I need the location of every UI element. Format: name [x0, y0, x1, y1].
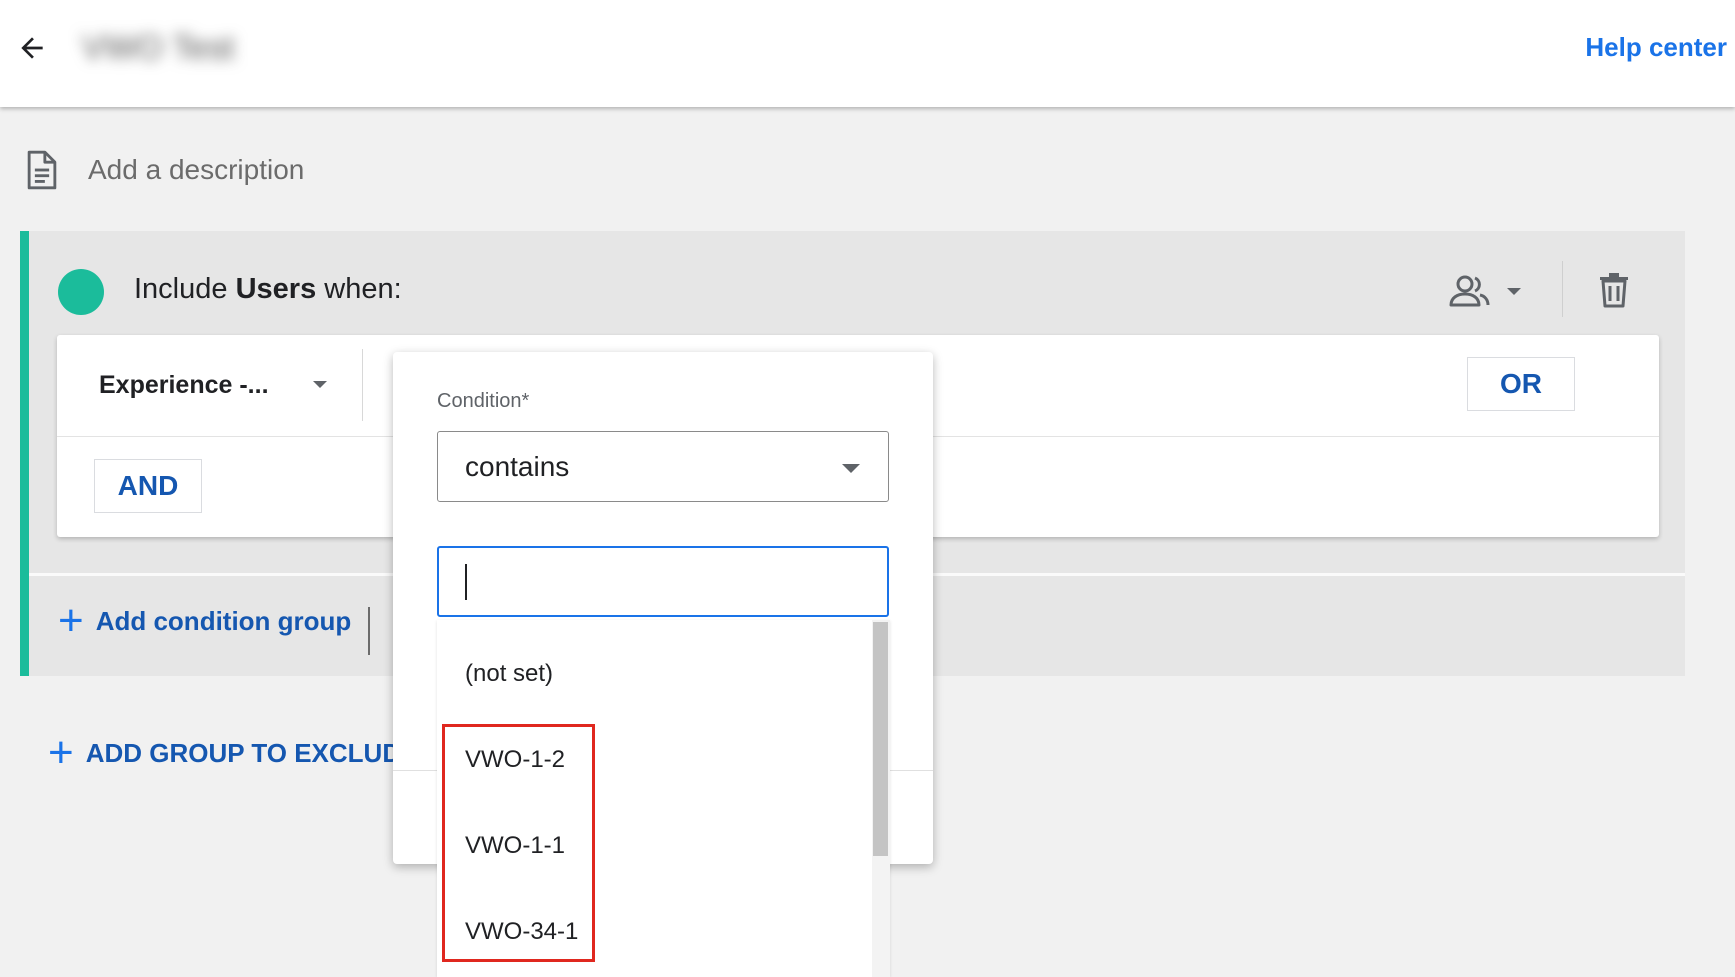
add-condition-group-button[interactable]: + Add condition group: [58, 597, 351, 645]
group-heading-scope: Users: [235, 273, 317, 305]
scrollbar-track[interactable]: [872, 620, 890, 977]
list-item[interactable]: VWO-34-1: [465, 918, 578, 946]
group-accent-bar: [20, 231, 29, 676]
list-item[interactable]: (not set): [465, 660, 553, 688]
condition-select[interactable]: contains: [437, 431, 889, 502]
scrollbar-thumb[interactable]: [873, 622, 888, 856]
page-title: VWO Test: [82, 28, 235, 67]
help-center-link[interactable]: Help center: [1585, 32, 1727, 63]
or-button[interactable]: OR: [1467, 357, 1575, 411]
document-icon: [27, 150, 57, 190]
group-color-dot: [58, 269, 104, 315]
dimension-divider: [362, 349, 363, 421]
value-options-list: (not set) VWO-1-2 VWO-1-1 VWO-34-1: [437, 620, 890, 977]
delete-group-button[interactable]: [1590, 265, 1638, 315]
group-heading: Include Users when:: [134, 273, 402, 306]
users-icon: [1449, 275, 1490, 307]
dimension-select[interactable]: Experience -...: [57, 335, 367, 435]
and-button[interactable]: AND: [94, 459, 202, 513]
header-divider: [1562, 261, 1563, 317]
list-item[interactable]: VWO-1-1: [465, 832, 565, 860]
condition-value-input[interactable]: [437, 546, 889, 617]
add-exclude-group-button[interactable]: + ADD GROUP TO EXCLUDE: [48, 728, 418, 778]
add-exclude-group-label: ADD GROUP TO EXCLUDE: [85, 737, 419, 768]
arrow-left-icon: [21, 37, 43, 59]
condition-label: Condition*: [437, 390, 530, 412]
chevron-down-icon: [842, 464, 860, 473]
plus-icon: +: [48, 728, 74, 777]
footer-divider: [368, 607, 370, 655]
back-button[interactable]: [12, 28, 52, 68]
group-heading-suffix: when:: [324, 273, 402, 305]
group-heading-prefix: Include: [134, 273, 228, 305]
condition-selected-value: contains: [465, 450, 570, 482]
description-row[interactable]: Add a description: [24, 148, 304, 192]
description-placeholder: Add a description: [88, 154, 305, 185]
chevron-down-icon: [1507, 288, 1521, 295]
dimension-label: Experience -...: [99, 370, 269, 399]
top-bar: VWO Test Help center: [0, 0, 1735, 107]
plus-icon: +: [58, 596, 84, 645]
scope-selector-button[interactable]: [1448, 267, 1538, 315]
add-condition-group-label: Add condition group: [95, 605, 352, 636]
dimension-caret-icon: [313, 381, 327, 388]
text-cursor: [465, 564, 467, 600]
trash-icon: [1600, 273, 1628, 308]
list-item[interactable]: VWO-1-2: [465, 746, 565, 774]
